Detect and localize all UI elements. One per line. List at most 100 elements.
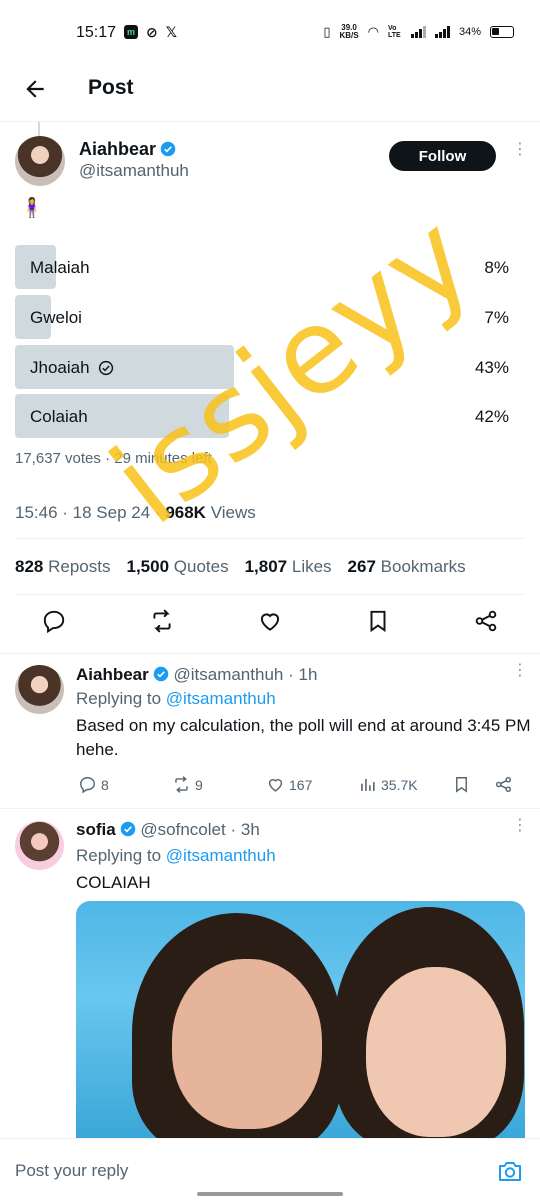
reply-comment-button[interactable]: 8 (78, 775, 109, 794)
repost-icon[interactable] (149, 608, 175, 634)
sync-notification-icon: ⊘ (146, 24, 158, 40)
reply-author-name[interactable]: sofia (76, 820, 116, 839)
quotes-stat[interactable]: 1,500 Quotes (126, 557, 228, 577)
replying-to-handle[interactable]: @itsamanthuh (166, 689, 276, 708)
back-arrow-icon[interactable] (22, 76, 48, 102)
page-title: Post (88, 76, 134, 99)
wifi-icon: ◠ (367, 24, 379, 39)
author-name-row[interactable]: Aiahbear (79, 139, 176, 160)
reply-icon (80, 777, 95, 794)
reply-views-button[interactable]: 35.7K (358, 775, 418, 794)
reply-item[interactable]: Aiahbear @itsamanthuh · 1h ⋮ Replying to… (0, 653, 540, 808)
views-icon (361, 778, 375, 791)
separator-dot: · (105, 450, 111, 467)
bookmarks-label: Bookmarks (380, 557, 466, 576)
post-action-bar (0, 608, 540, 640)
bookmark-icon (456, 777, 467, 793)
reply-time: 1h (298, 665, 318, 684)
reposts-stat[interactable]: 828 Reposts (15, 557, 110, 577)
author-avatar[interactable] (15, 136, 65, 186)
poll-option-percent: 42% (474, 407, 509, 426)
reply-author-handle[interactable]: @sofncolet (140, 820, 225, 839)
signal-icon-2 (434, 26, 450, 38)
photo-face-left (172, 959, 322, 1129)
likes-label: Likes (291, 557, 332, 576)
views-label: Views (210, 503, 256, 522)
reply-like-button[interactable]: 167 (266, 775, 312, 794)
engagement-stats: 828 Reposts 1,500 Quotes 1,807 Likes 267… (15, 557, 466, 577)
reply-author-name[interactable]: Aiahbear (76, 665, 149, 684)
poll-option: Jhoaiah 43% (15, 345, 525, 389)
verified-badge-icon (153, 666, 169, 682)
reposts-label: Reposts (48, 557, 111, 576)
poll-option-label: Gweloi (30, 308, 82, 327)
replying-to: Replying to @itsamanthuh (76, 846, 276, 866)
status-time: 15:17 (76, 24, 117, 41)
post-emoji: 🧍‍♀️ (20, 198, 44, 219)
volte-badge: Vo LTE (387, 25, 401, 39)
reply-repost-button[interactable]: 9 (172, 775, 203, 794)
quotes-count: 1,500 (126, 557, 170, 576)
likes-stat[interactable]: 1,807 Likes (245, 557, 332, 577)
share-icon (495, 776, 512, 793)
reply-author-handle[interactable]: @itsamanthuh (173, 665, 283, 684)
thread-line (38, 122, 40, 136)
views-count[interactable]: 968K (165, 503, 206, 522)
more-options-icon[interactable]: ⋮ (512, 663, 528, 686)
share-icon[interactable] (473, 608, 499, 634)
post-timestamp: 15:46 · 18 Sep 24 (15, 503, 151, 522)
replying-to: Replying to @itsamanthuh (76, 689, 276, 709)
divider (15, 538, 525, 539)
reply-composer: Post your reply (0, 1138, 540, 1200)
status-bar: 15:17 m ⊘ 𝕏 ▯ 39.0 KB/S ◠ Vo LTE 34% (0, 0, 540, 66)
separator-dot: · (288, 665, 294, 684)
author-handle[interactable]: @itsamanthuh (79, 161, 189, 181)
reposts-count: 828 (15, 557, 44, 576)
home-indicator (197, 1192, 343, 1196)
poll-option-label: Colaiah (30, 407, 88, 426)
verified-badge-icon (160, 141, 176, 157)
poll-option-label: Jhoaiah (30, 358, 90, 377)
camera-icon[interactable] (497, 1159, 523, 1183)
battery-icon (490, 26, 514, 38)
reply-icon[interactable] (41, 608, 67, 634)
repost-count: 9 (195, 776, 203, 793)
reply-share-button[interactable] (494, 775, 513, 794)
quotes-label: Quotes (173, 557, 229, 576)
reply-text: COLAIAH (76, 873, 151, 892)
bookmark-icon[interactable] (365, 608, 391, 634)
reply-header: sofia @sofncolet · 3h (76, 820, 260, 840)
bookmarks-stat[interactable]: 267 Bookmarks (348, 557, 466, 577)
reply-bookmark-button[interactable] (452, 775, 471, 794)
reply-avatar[interactable] (15, 821, 64, 870)
reply-header: Aiahbear @itsamanthuh · 1h (76, 665, 317, 685)
likes-count: 1,807 (244, 557, 288, 576)
comment-count: 8 (101, 776, 109, 793)
reply-avatar[interactable] (15, 665, 64, 714)
more-options-icon[interactable]: ⋮ (512, 142, 528, 165)
author-name[interactable]: Aiahbear (79, 139, 156, 159)
separator-dot: · (154, 503, 161, 522)
follow-button[interactable]: Follow (389, 141, 496, 171)
poll-votes: 17,637 votes (15, 450, 101, 467)
system-icons: ▯ 39.0 KB/S ◠ Vo LTE 34% (323, 24, 514, 40)
reply-input[interactable]: Post your reply (15, 1161, 128, 1181)
reply-action-bar: 8 9 167 35.7K (76, 775, 526, 797)
reply-text: Based on my calculation, the poll will e… (76, 716, 531, 759)
vibrate-icon: ▯ (323, 24, 331, 39)
like-count: 167 (289, 776, 313, 793)
reply-media-image[interactable] (76, 901, 525, 1141)
reply-time: 3h (240, 820, 260, 839)
winner-check-icon (98, 360, 113, 376)
bookmarks-count: 267 (347, 557, 376, 576)
like-icon[interactable] (257, 608, 283, 634)
poll-meta: 17,637 votes · 29 minutes left (15, 450, 212, 467)
more-options-icon[interactable]: ⋮ (512, 818, 528, 841)
like-icon (268, 779, 283, 792)
replying-to-handle[interactable]: @itsamanthuh (166, 846, 276, 865)
poll-option: Malaiah 8% (15, 245, 525, 289)
poll-option: Gweloi 7% (15, 295, 525, 339)
replying-to-prefix: Replying to (76, 689, 162, 708)
top-app-bar: Post (0, 66, 540, 122)
poll-option-percent: 8% (484, 258, 509, 277)
